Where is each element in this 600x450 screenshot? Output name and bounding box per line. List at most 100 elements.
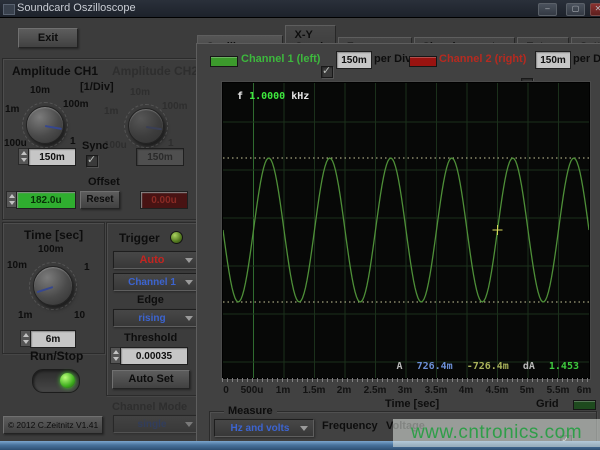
x-axis-title: Time [sec] xyxy=(385,398,439,410)
minimize-button[interactable]: – xyxy=(538,3,557,16)
trigger-led xyxy=(170,231,183,244)
knob-needle xyxy=(45,125,62,130)
time-scale-10m: 10m xyxy=(7,260,27,271)
trigger-source-value: Channel 1 xyxy=(128,277,176,288)
x-axis-ticks: 0 500u 1m 1.5m 2m 2.5m 3m 3.5m 4m 4.5m 5… xyxy=(222,385,588,397)
offset-label: Offset xyxy=(88,176,120,188)
trigger-edge-value: rising xyxy=(138,313,165,324)
cursor-upper-value: 726.4m xyxy=(417,361,453,372)
x-tick: 5m xyxy=(520,385,534,396)
time-value[interactable]: 6m xyxy=(30,330,76,348)
title-bar: Soundcard Oszilloscope – ▢ ✕ xyxy=(0,0,600,18)
x-tick: 1.5m xyxy=(303,385,326,396)
ch2-amplitude-value[interactable]: 150m xyxy=(136,148,184,166)
maximize-button[interactable]: ▢ xyxy=(566,3,585,16)
amplitude-unit-label: [1/Div] xyxy=(80,81,114,93)
chevron-down-icon xyxy=(300,426,308,431)
close-button[interactable]: ✕ xyxy=(590,3,600,16)
oscilloscope-display[interactable]: f 1.0000 kHz A 726.4m -726.4m dA 1.453 xyxy=(222,82,590,379)
time-scale-1m: 1m xyxy=(18,310,32,321)
amplitude-ch1-knob[interactable] xyxy=(26,106,64,144)
x-tick: 3.5m xyxy=(425,385,448,396)
x-tick: 0 xyxy=(223,385,229,396)
run-stop-toggle[interactable] xyxy=(32,369,80,393)
copyright-label: © 2012 C.Zeitnitz V1.41 xyxy=(3,416,103,434)
cursor-lower-value: -726.4m xyxy=(467,361,509,372)
x-tick: 4.5m xyxy=(486,385,509,396)
x-tick: 3m xyxy=(398,385,412,396)
ch1-scale-100m: 100m xyxy=(63,99,89,110)
cursor-a-label: A xyxy=(397,361,403,372)
waveform-plot xyxy=(223,83,589,378)
frequency-readout: f 1.0000 kHz xyxy=(237,91,309,102)
threshold-value[interactable]: 0.00035 xyxy=(120,347,188,365)
channel2-color-swatch[interactable] xyxy=(409,56,437,67)
knob-needle xyxy=(146,126,162,130)
time-title: Time [sec] xyxy=(24,228,83,242)
x-tick: 2.5m xyxy=(364,385,387,396)
cursor-readout: A 726.4m -726.4m dA 1.453 xyxy=(397,361,579,372)
minimize-icon: – xyxy=(539,4,556,14)
freq-prefix: f xyxy=(237,91,243,102)
threshold-label: Threshold xyxy=(124,332,177,344)
x-axis-ruler xyxy=(222,378,588,382)
auto-set-button[interactable]: Auto Set xyxy=(112,370,190,389)
chevron-down-icon xyxy=(185,280,193,285)
chevron-down-icon xyxy=(185,422,193,427)
channel1-color-swatch[interactable] xyxy=(210,56,238,67)
frequency-label: Frequency xyxy=(322,420,378,432)
watermark: www.cntronics.com xyxy=(393,419,600,447)
run-indicator xyxy=(60,373,75,388)
x-tick: 4m xyxy=(459,385,473,396)
per-div-label-2: per Div xyxy=(573,53,600,65)
channel2-per-div-value[interactable]: 150m xyxy=(535,51,571,69)
ch1-scale-1: 1 xyxy=(70,136,76,147)
offset-reset-button[interactable]: Reset xyxy=(80,191,120,209)
chevron-down-icon xyxy=(185,258,193,263)
channel-mode-dropdown[interactable]: single xyxy=(113,415,199,433)
app-icon xyxy=(3,4,15,15)
grid-label: Grid xyxy=(536,398,559,410)
trigger-edge-dropdown[interactable]: rising xyxy=(113,309,199,327)
amplitude-ch2-knob[interactable] xyxy=(128,108,164,144)
measure-mode-dropdown[interactable]: Hz and volts xyxy=(214,419,314,437)
cursor-delta-value: 1.453 xyxy=(549,361,579,372)
maximize-icon: ▢ xyxy=(567,4,584,14)
channel1-enable-checkbox[interactable] xyxy=(321,66,333,78)
time-scale-10: 10 xyxy=(74,310,85,321)
close-icon: ✕ xyxy=(591,4,600,14)
run-stop-label: Run/Stop xyxy=(30,349,83,363)
per-div-label-1: per Div xyxy=(374,53,411,65)
ch1-amplitude-value[interactable]: 150m xyxy=(28,148,76,166)
chevron-down-icon xyxy=(185,316,193,321)
time-scale-1: 1 xyxy=(84,262,90,273)
app-window: Soundcard Oszilloscope – ▢ ✕ Exit Amplit… xyxy=(0,0,600,450)
offset-ch2-value[interactable]: 0.00u xyxy=(140,191,188,209)
sync-checkbox[interactable] xyxy=(86,155,98,167)
time-knob[interactable] xyxy=(33,266,73,306)
offset-ch1-value[interactable]: 182.0u xyxy=(16,191,76,209)
trigger-mode-value: Auto xyxy=(139,254,164,266)
freq-value: 1.0000 xyxy=(249,91,285,102)
x-tick: 6m xyxy=(577,385,591,396)
ch1-scale-10m: 10m xyxy=(30,85,50,96)
channel-mode-label: Channel Mode xyxy=(112,401,187,413)
channel2-label: Channel 2 (right) xyxy=(439,53,526,65)
exit-button[interactable]: Exit xyxy=(18,28,78,48)
amplitude-ch2-title: Amplitude CH2 xyxy=(112,64,198,78)
ch2-scale-100m: 100m xyxy=(162,101,188,112)
grid-color-swatch[interactable] xyxy=(573,400,596,410)
knob-needle xyxy=(36,286,53,293)
channel1-per-div-value[interactable]: 150m xyxy=(336,51,372,69)
trigger-mode-dropdown[interactable]: Auto xyxy=(113,251,199,269)
time-scale-100m: 100m xyxy=(38,244,64,255)
freq-unit: kHz xyxy=(291,91,309,102)
cursor-da-label: dA xyxy=(523,361,535,372)
x-tick: 500u xyxy=(241,385,264,396)
trigger-title: Trigger xyxy=(119,231,160,245)
measure-title: Measure xyxy=(224,405,277,417)
ch2-scale-1m: 1m xyxy=(104,106,118,117)
x-tick: 1m xyxy=(276,385,290,396)
x-tick: 5.5m xyxy=(547,385,570,396)
trigger-source-dropdown[interactable]: Channel 1 xyxy=(113,273,199,291)
